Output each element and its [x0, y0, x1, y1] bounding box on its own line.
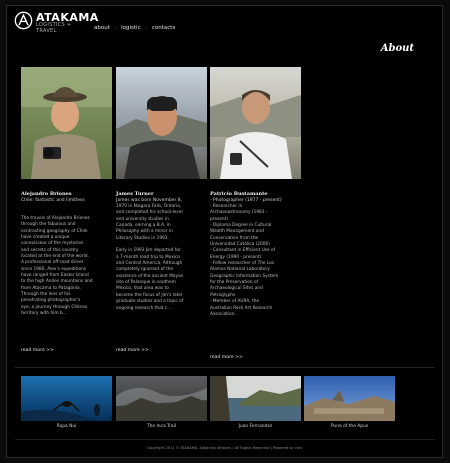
profile-card: James Turner James was born November 8, …: [116, 67, 207, 353]
bio-line: ongoing research that c...: [116, 305, 172, 311]
profile-bio: 1970 in Niagara Falls, Ontario, and compl…: [116, 204, 183, 312]
bio-line: connoisseur of the mysteries: [21, 241, 84, 247]
portrait-image: [210, 67, 301, 179]
footer-divider: [15, 439, 435, 440]
profile-name: James Turner: [116, 191, 154, 197]
brand-logo[interactable]: ATAKAMA LOGISTICS + TRAVEL: [14, 11, 98, 35]
site-header: ATAKAMA LOGISTICS + TRAVEL about · logis…: [7, 6, 442, 40]
read-more-link[interactable]: read more >>: [21, 348, 54, 353]
section-divider: [15, 367, 435, 368]
gallery-image: [304, 376, 395, 421]
page-frame: ATAKAMA LOGISTICS + TRAVEL about · logis…: [6, 5, 443, 458]
profile-subtitle: James was born November 8,: [116, 198, 183, 203]
profile-photo[interactable]: [116, 67, 207, 179]
nav-separator: ·: [145, 25, 148, 31]
profile-name: Alejandro Briones: [21, 191, 72, 197]
brand-tagline: LOGISTICS + TRAVEL: [36, 22, 76, 34]
portrait-image: [21, 67, 112, 179]
portrait-image: [116, 67, 207, 179]
gallery-item[interactable]: Juan Fernandez: [210, 376, 301, 429]
bio-line: Association.: [210, 311, 236, 317]
nav-separator: ·: [114, 25, 117, 31]
bio-line: Alamos National Laboratory: [210, 267, 270, 273]
profile-bio: The travels of Alejandro Briones through …: [21, 216, 93, 318]
gallery-item[interactable]: Rapa Nui: [21, 376, 112, 429]
bio-line: and completed his school-level: [116, 210, 183, 216]
main-nav: about · logistic · contacts: [94, 25, 175, 31]
bio-line: Australian Rock Art Research: [210, 305, 273, 311]
profile-name: Patricio Bustamante: [210, 191, 268, 197]
gallery-caption: Puna of the Apus: [330, 424, 369, 429]
read-more-link[interactable]: read more >>: [210, 355, 243, 360]
gallery-image: [21, 376, 112, 421]
atakama-logo-icon: [14, 11, 33, 30]
gallery-caption: Rapa Nui: [56, 424, 77, 429]
bio-line: - Consultant in Efficient Use of: [210, 248, 276, 254]
gallery-caption: The Inca Trail: [146, 424, 177, 429]
nav-item-contacts[interactable]: contacts: [152, 25, 175, 31]
footer-copyright: Copyright 2011 © ATAKAMA. Alejandro Brio…: [146, 446, 303, 450]
read-more-link[interactable]: read more >>: [116, 348, 149, 353]
gallery-caption: Juan Fernandez: [238, 424, 273, 429]
gallery-image: [116, 376, 207, 421]
nav-item-logistic[interactable]: logistic: [121, 25, 141, 31]
gallery-item[interactable]: The Inca Trail: [116, 376, 207, 429]
profile-card: Patricio Bustamante - Photographer (1977…: [210, 67, 301, 360]
page-title: About: [380, 43, 414, 54]
profile-photo[interactable]: [21, 67, 112, 179]
nav-item-about[interactable]: about: [94, 25, 110, 31]
gallery-image: [210, 376, 301, 421]
bio-line: Early in 1993 Jim departed for: [116, 248, 181, 254]
profile-subtitle: - Photographer (1977 - present): [210, 198, 282, 203]
profile-subtitle: Chile: fantastic and limitless: [21, 198, 85, 203]
brand-tagline-line2: TRAVEL: [36, 27, 57, 34]
profile-bio: - Researcher in Archaeoastronomy (1983 -p…: [210, 204, 278, 318]
bio-line: to the high Andes mountains and: [21, 279, 93, 285]
bio-line: graduate studies and a topic of: [116, 299, 184, 305]
profile-card: Alejandro Briones Chile: fantastic and l…: [21, 67, 112, 353]
bio-line: territory with him b...: [21, 311, 67, 317]
gallery-item[interactable]: Puna of the Apus: [304, 376, 395, 429]
bio-line: A professional off-road driver: [21, 260, 84, 266]
profile-photo[interactable]: [210, 67, 301, 179]
